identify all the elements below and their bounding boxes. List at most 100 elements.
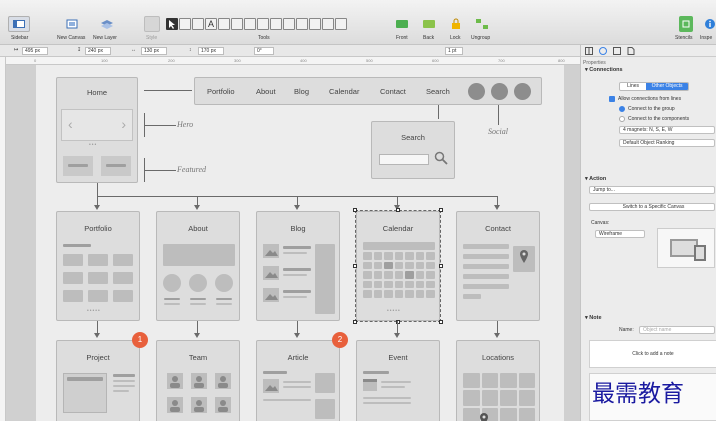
- flip-controls[interactable]: [282, 47, 342, 55]
- team-box[interactable]: Team: [156, 340, 240, 421]
- magnets-dropdown[interactable]: 4 magnets: N, S, E, W: [619, 126, 715, 134]
- pen-tool[interactable]: [231, 18, 243, 30]
- selection-tool[interactable]: [166, 18, 178, 30]
- annotation-badge[interactable]: 1: [132, 332, 148, 348]
- note-title: Note: [589, 315, 602, 321]
- about-box[interactable]: About: [156, 211, 240, 321]
- search-box[interactable]: Search: [371, 121, 455, 179]
- sidebar-button[interactable]: [8, 16, 30, 32]
- shape-tool[interactable]: [179, 18, 191, 30]
- image-placeholder-icon: [263, 288, 279, 302]
- nav-item-portfolio[interactable]: Portfolio: [207, 87, 235, 96]
- nav-item-contact[interactable]: Contact: [380, 87, 406, 96]
- resize-handle[interactable]: [353, 264, 357, 268]
- watermark: 最需教育: [592, 381, 684, 407]
- object-tab-icon[interactable]: [599, 47, 607, 55]
- browse-tool[interactable]: [335, 18, 347, 30]
- project-title: Project: [86, 353, 110, 362]
- diagram-tool[interactable]: [218, 18, 230, 30]
- y-field[interactable]: 240 px: [85, 47, 111, 55]
- zoom-tool[interactable]: [309, 18, 321, 30]
- connections-section[interactable]: ▾ Connections: [585, 67, 623, 73]
- home-title: Home: [86, 88, 107, 97]
- x-field[interactable]: 495 px: [22, 47, 48, 55]
- nav-item-search[interactable]: Search: [426, 87, 450, 96]
- nav-item-about[interactable]: About: [256, 87, 276, 96]
- image-placeholder-icon: [263, 244, 279, 258]
- featured-card: [63, 156, 93, 176]
- portfolio-box[interactable]: Portfolio •••••: [56, 211, 140, 321]
- ruler-mark: 300: [234, 58, 241, 63]
- blog-box[interactable]: Blog: [256, 211, 340, 321]
- inspect-button[interactable]: [703, 16, 716, 32]
- stroke-width-field[interactable]: 1 pt: [445, 47, 463, 55]
- text-tool[interactable]: A: [205, 18, 217, 30]
- action-dropdown[interactable]: Jump to...: [589, 186, 715, 194]
- ungroup-icon: [476, 19, 488, 29]
- social-icon: [514, 83, 531, 100]
- resize-handle[interactable]: [439, 320, 443, 324]
- tab-other-objects[interactable]: Other Objects: [646, 83, 688, 90]
- y-position-icon: ↧: [77, 47, 82, 53]
- article-box[interactable]: Article: [256, 340, 340, 421]
- allow-connections-checkbox[interactable]: [609, 96, 615, 102]
- event-box[interactable]: Event: [356, 340, 440, 421]
- new-canvas-button[interactable]: [62, 16, 84, 32]
- action-section[interactable]: ▾ Action: [585, 176, 606, 182]
- stencils-button[interactable]: [679, 16, 693, 32]
- connect-group-radio[interactable]: [619, 106, 625, 112]
- canvas-dropdown[interactable]: Wireframe: [595, 230, 645, 238]
- document-tab-icon[interactable]: [627, 47, 635, 55]
- ranking-dropdown[interactable]: Default Object Ranking: [619, 139, 715, 147]
- arrow-down-icon: [294, 333, 300, 338]
- switch-canvas-value: Switch to a Specific Canvas: [622, 204, 685, 210]
- canvas-area[interactable]: Home ‹ › ••• Hero Featured Portfolio Abo…: [6, 65, 580, 421]
- point-tool[interactable]: [257, 18, 269, 30]
- lock-button[interactable]: [447, 16, 465, 32]
- nav-bar[interactable]: Portfolio About Blog Calendar Contact Se…: [194, 77, 542, 105]
- project-box[interactable]: Project: [56, 340, 140, 421]
- style-brush-tool[interactable]: [283, 18, 295, 30]
- magnets-value: 4 magnets: N, S, E, W: [623, 127, 673, 133]
- resize-handle[interactable]: [353, 208, 357, 212]
- resize-handle[interactable]: [439, 264, 443, 268]
- ungroup-button[interactable]: [473, 16, 491, 32]
- object-name-input[interactable]: Object name: [639, 326, 715, 334]
- tab-lines[interactable]: Lines: [620, 83, 647, 90]
- wireframe-page[interactable]: Home ‹ › ••• Hero Featured Portfolio Abo…: [36, 65, 564, 421]
- width-field[interactable]: 130 px: [141, 47, 167, 55]
- resize-handle[interactable]: [396, 208, 400, 212]
- note-area[interactable]: Click to add a note: [589, 340, 716, 368]
- hand-tool[interactable]: [322, 18, 334, 30]
- table-tool[interactable]: [244, 18, 256, 30]
- height-field[interactable]: 170 px: [198, 47, 224, 55]
- ranking-value: Default Object Ranking: [623, 140, 675, 146]
- rubber-stamp-tool[interactable]: [296, 18, 308, 30]
- resize-handle[interactable]: [439, 208, 443, 212]
- rotation-field[interactable]: 0°: [254, 47, 274, 55]
- resize-handle[interactable]: [353, 320, 357, 324]
- connections-title: Connections: [589, 67, 623, 73]
- nav-item-calendar[interactable]: Calendar: [329, 87, 359, 96]
- back-button[interactable]: [420, 16, 438, 32]
- connect-components-radio[interactable]: [619, 116, 625, 122]
- magnet-tool[interactable]: [270, 18, 282, 30]
- new-layer-button[interactable]: [96, 16, 118, 32]
- locations-box[interactable]: Locations: [456, 340, 540, 421]
- style-button[interactable]: [144, 16, 160, 32]
- contact-box[interactable]: Contact: [456, 211, 540, 321]
- front-button[interactable]: [393, 16, 411, 32]
- layer-tab-icon[interactable]: [613, 47, 621, 55]
- toolbar: Sidebar New Canvas New Layer Style A Too…: [0, 0, 716, 45]
- line-tool[interactable]: [192, 18, 204, 30]
- canvas-label: Canvas:: [591, 220, 610, 226]
- home-box[interactable]: Home ‹ › •••: [56, 77, 138, 183]
- annotation-badge[interactable]: 2: [332, 332, 348, 348]
- nav-item-blog[interactable]: Blog: [294, 87, 309, 96]
- canvas-tab-icon[interactable]: [585, 47, 593, 55]
- switch-canvas-dropdown[interactable]: Switch to a Specific Canvas: [589, 203, 715, 211]
- geometry-bar: ↦ 495 px ↧ 240 px ↔ 130 px ↕ 170 px 0° 1…: [0, 45, 580, 57]
- people-grid-icon: [167, 373, 231, 413]
- lock-icon: [452, 18, 460, 29]
- note-section[interactable]: ▾ Note: [585, 315, 602, 321]
